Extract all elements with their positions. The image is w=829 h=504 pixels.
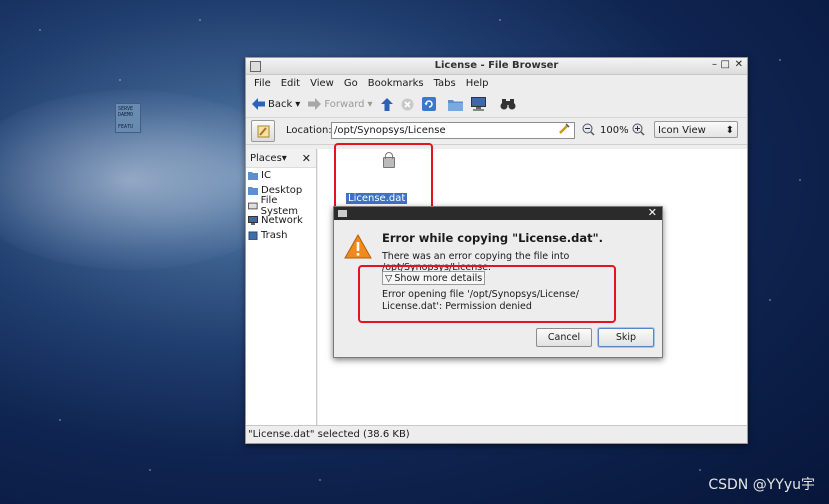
toolbar: Back ▾ Forward ▾	[246, 91, 747, 118]
menubar: File Edit View Go Bookmarks Tabs Help	[246, 75, 747, 91]
status-bar: "License.dat" selected (38.6 KB)	[246, 425, 747, 443]
forward-dropdown-icon[interactable]: ▾	[368, 99, 373, 110]
watermark: CSDN @YYyu宇	[708, 477, 815, 493]
sidebar-item-label: Network	[261, 215, 303, 226]
close-sidebar-icon[interactable]: ✕	[302, 152, 311, 165]
reload-button[interactable]	[421, 97, 436, 111]
menu-edit[interactable]: Edit	[276, 78, 305, 89]
up-arrow-icon	[380, 97, 393, 111]
sidebar-item-file-system[interactable]: File System	[246, 195, 316, 217]
zoom-out-icon[interactable]	[582, 123, 595, 139]
clear-location-icon[interactable]	[558, 123, 570, 138]
view-mode-value: Icon View	[658, 125, 706, 136]
dialog-close-icon[interactable]: ✕	[648, 206, 657, 219]
view-mode-select[interactable]: Icon View ⬍	[654, 121, 738, 138]
menu-tabs[interactable]: Tabs	[429, 78, 461, 89]
search-button[interactable]	[500, 98, 516, 110]
location-label: Location:	[286, 125, 332, 136]
pencil-icon	[257, 125, 269, 137]
sidebar-item-label: Trash	[261, 230, 288, 241]
dialog-heading: Error while copying "License.dat".	[382, 231, 604, 245]
reload-icon	[421, 97, 436, 111]
folder-icon	[248, 187, 258, 195]
back-dropdown-icon[interactable]: ▾	[295, 99, 300, 110]
close-button[interactable]: ✕	[735, 59, 743, 70]
forward-button[interactable]: Forward ▾	[308, 98, 373, 110]
zoom-in-icon[interactable]	[632, 123, 645, 139]
computer-button[interactable]	[470, 97, 486, 111]
binoculars-icon	[500, 99, 516, 110]
menu-view[interactable]: View	[305, 78, 339, 89]
drive-icon	[248, 202, 258, 210]
trash-icon	[248, 231, 258, 240]
up-button[interactable]	[380, 97, 393, 111]
back-arrow-icon	[252, 98, 265, 110]
dialog-titlebar[interactable]: ✕	[334, 206, 662, 220]
highlight-box-details	[358, 265, 616, 323]
folder-icon	[248, 172, 258, 180]
menu-help[interactable]: Help	[461, 78, 494, 89]
home-button[interactable]	[447, 98, 463, 111]
sidebar-item-label: File System	[260, 194, 298, 217]
menu-go[interactable]: Go	[339, 78, 363, 89]
places-sidebar: Places ▾ ✕ IC Desktop File System Networ…	[246, 149, 317, 425]
license-file-icon[interactable]: SERVE DAEMO FEATU	[115, 103, 141, 133]
window-titlebar[interactable]: License - File Browser – □ ✕	[246, 58, 747, 75]
location-bar: Location: /opt/Synopsys/License 100% Ico…	[246, 118, 747, 145]
back-label: Back	[268, 98, 293, 110]
window-title: License - File Browser	[434, 60, 559, 71]
folder-home-icon	[447, 99, 463, 111]
zoom-level[interactable]: 100%	[600, 125, 629, 136]
cancel-button[interactable]: Cancel	[536, 328, 592, 347]
chevron-down-icon: ▾	[281, 152, 287, 164]
sidebar-item-label: IC	[261, 170, 271, 181]
back-button[interactable]: Back ▾	[252, 98, 300, 110]
places-label: Places	[250, 152, 282, 164]
network-icon	[248, 216, 258, 225]
thumb-line: FEATU	[118, 124, 134, 130]
computer-icon	[470, 97, 486, 111]
skip-button[interactable]: Skip	[598, 328, 654, 347]
location-input[interactable]: /opt/Synopsys/License	[331, 122, 575, 139]
sidebar-item-trash[interactable]: Trash	[246, 228, 316, 243]
warning-icon	[344, 234, 372, 259]
stop-button[interactable]	[401, 98, 414, 111]
places-header[interactable]: Places ▾ ✕	[246, 149, 316, 168]
dialog-app-icon	[338, 210, 347, 217]
minimize-button[interactable]: –	[712, 59, 717, 70]
menu-file[interactable]: File	[249, 78, 276, 89]
stop-icon	[401, 98, 414, 110]
sidebar-item-ic[interactable]: IC	[246, 168, 316, 183]
maximize-button[interactable]: □	[721, 59, 730, 70]
edit-location-button[interactable]	[251, 120, 275, 142]
forward-label: Forward	[324, 98, 365, 110]
select-arrows-icon: ⬍	[725, 125, 734, 136]
menu-bookmarks[interactable]: Bookmarks	[363, 78, 429, 89]
forward-arrow-icon	[308, 98, 322, 110]
